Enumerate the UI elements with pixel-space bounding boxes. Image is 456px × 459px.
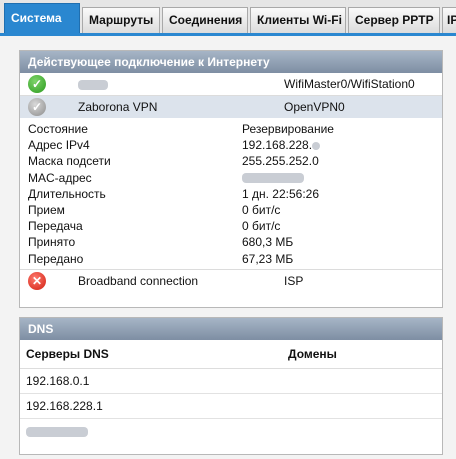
detail-label: Длительность — [28, 186, 106, 201]
dns-table-header: Серверы DNS Домены — [20, 340, 442, 369]
detail-row-mask: Маска подсети 255.255.252.0 — [20, 153, 442, 169]
redacted-block — [312, 142, 321, 151]
detail-value: 0 бит/с — [242, 219, 281, 234]
connection-row-vpn[interactable]: ✓ Zaborona VPN OpenVPN0 — [20, 96, 442, 118]
tab-system[interactable]: Система — [4, 3, 80, 33]
detail-label: Состояние — [28, 122, 88, 136]
detail-label: Прием — [28, 202, 65, 217]
detail-row-sent: Передано 67,23 МБ — [20, 251, 442, 267]
tab-bar: Система Маршруты Соединения Клиенты Wi-F… — [0, 0, 456, 36]
connection-interface: ISP — [284, 273, 304, 288]
detail-label: Принято — [28, 235, 76, 250]
connection-name — [78, 73, 108, 95]
internet-connection-panel: Действующее подключение к Интернету ✓ Wi… — [19, 50, 443, 308]
connection-details: Состояние Резервирование Адрес IPv4 192.… — [20, 118, 442, 269]
detail-value: 680,3 МБ — [242, 235, 294, 250]
redacted-block — [26, 426, 88, 437]
panel-title: Действующее подключение к Интернету — [20, 51, 442, 73]
detail-label: Передача — [28, 219, 83, 234]
connection-interface: WifiMaster0/WifiStation0 — [284, 77, 415, 91]
tab-connections[interactable]: Соединения — [162, 7, 248, 33]
tab-routes[interactable]: Маршруты — [82, 7, 160, 33]
tab-ip[interactable]: IP — [442, 7, 456, 33]
error-icon: ✕ — [28, 271, 46, 290]
check-icon-gray: ✓ — [28, 98, 46, 116]
dns-server-row: 192.168.0.1 — [20, 369, 442, 394]
detail-row-state: Состояние Резервирование — [20, 121, 442, 137]
detail-value: 255.255.252.0 — [242, 154, 319, 169]
detail-row-tx-rate: Передача 0 бит/с — [20, 218, 442, 234]
tab-pptp-server[interactable]: Сервер PPTP — [348, 7, 440, 33]
connection-name: Broadband connection — [78, 273, 199, 288]
detail-value: 0 бит/с — [242, 202, 281, 217]
connection-name: Zaborona VPN — [78, 100, 158, 114]
connection-interface: OpenVPN0 — [284, 100, 345, 114]
detail-row-duration: Длительность 1 дн. 22:56:26 — [20, 186, 442, 202]
detail-row-rx-rate: Прием 0 бит/с — [20, 202, 442, 218]
detail-row-ipv4: Адрес IPv4 192.168.228. — [20, 137, 442, 153]
detail-row-received: Принято 680,3 МБ — [20, 234, 442, 250]
check-icon: ✓ — [28, 75, 46, 93]
dns-servers-header: Серверы DNS — [26, 347, 109, 361]
tab-wifi-clients[interactable]: Клиенты Wi-Fi — [250, 7, 346, 33]
detail-label: Передано — [28, 251, 84, 266]
detail-value: 192.168.228. — [242, 137, 321, 153]
redacted-block — [78, 79, 108, 90]
connection-row-wifi[interactable]: ✓ WifiMaster0/WifiStation0 — [20, 73, 442, 96]
dns-title: DNS — [20, 318, 442, 340]
detail-row-mac: MAC-адрес — [20, 170, 442, 186]
detail-label: Адрес IPv4 — [28, 138, 90, 153]
dns-domains-header: Домены — [288, 347, 337, 361]
detail-value: 67,23 МБ — [242, 251, 294, 266]
connection-row-broadband[interactable]: ✕ Broadband connection ISP — [20, 268, 442, 292]
redacted-block — [242, 173, 304, 184]
detail-value: 1 дн. 22:56:26 — [242, 186, 320, 201]
detail-value: Резервирование — [242, 122, 334, 136]
detail-label: MAC-адрес — [28, 170, 92, 185]
dns-server-row — [20, 419, 442, 443]
detail-value — [242, 170, 304, 186]
detail-label: Маска подсети — [28, 154, 111, 169]
dns-panel: DNS Серверы DNS Домены 192.168.0.1 192.1… — [19, 317, 443, 455]
dns-server-row: 192.168.228.1 — [20, 394, 442, 419]
